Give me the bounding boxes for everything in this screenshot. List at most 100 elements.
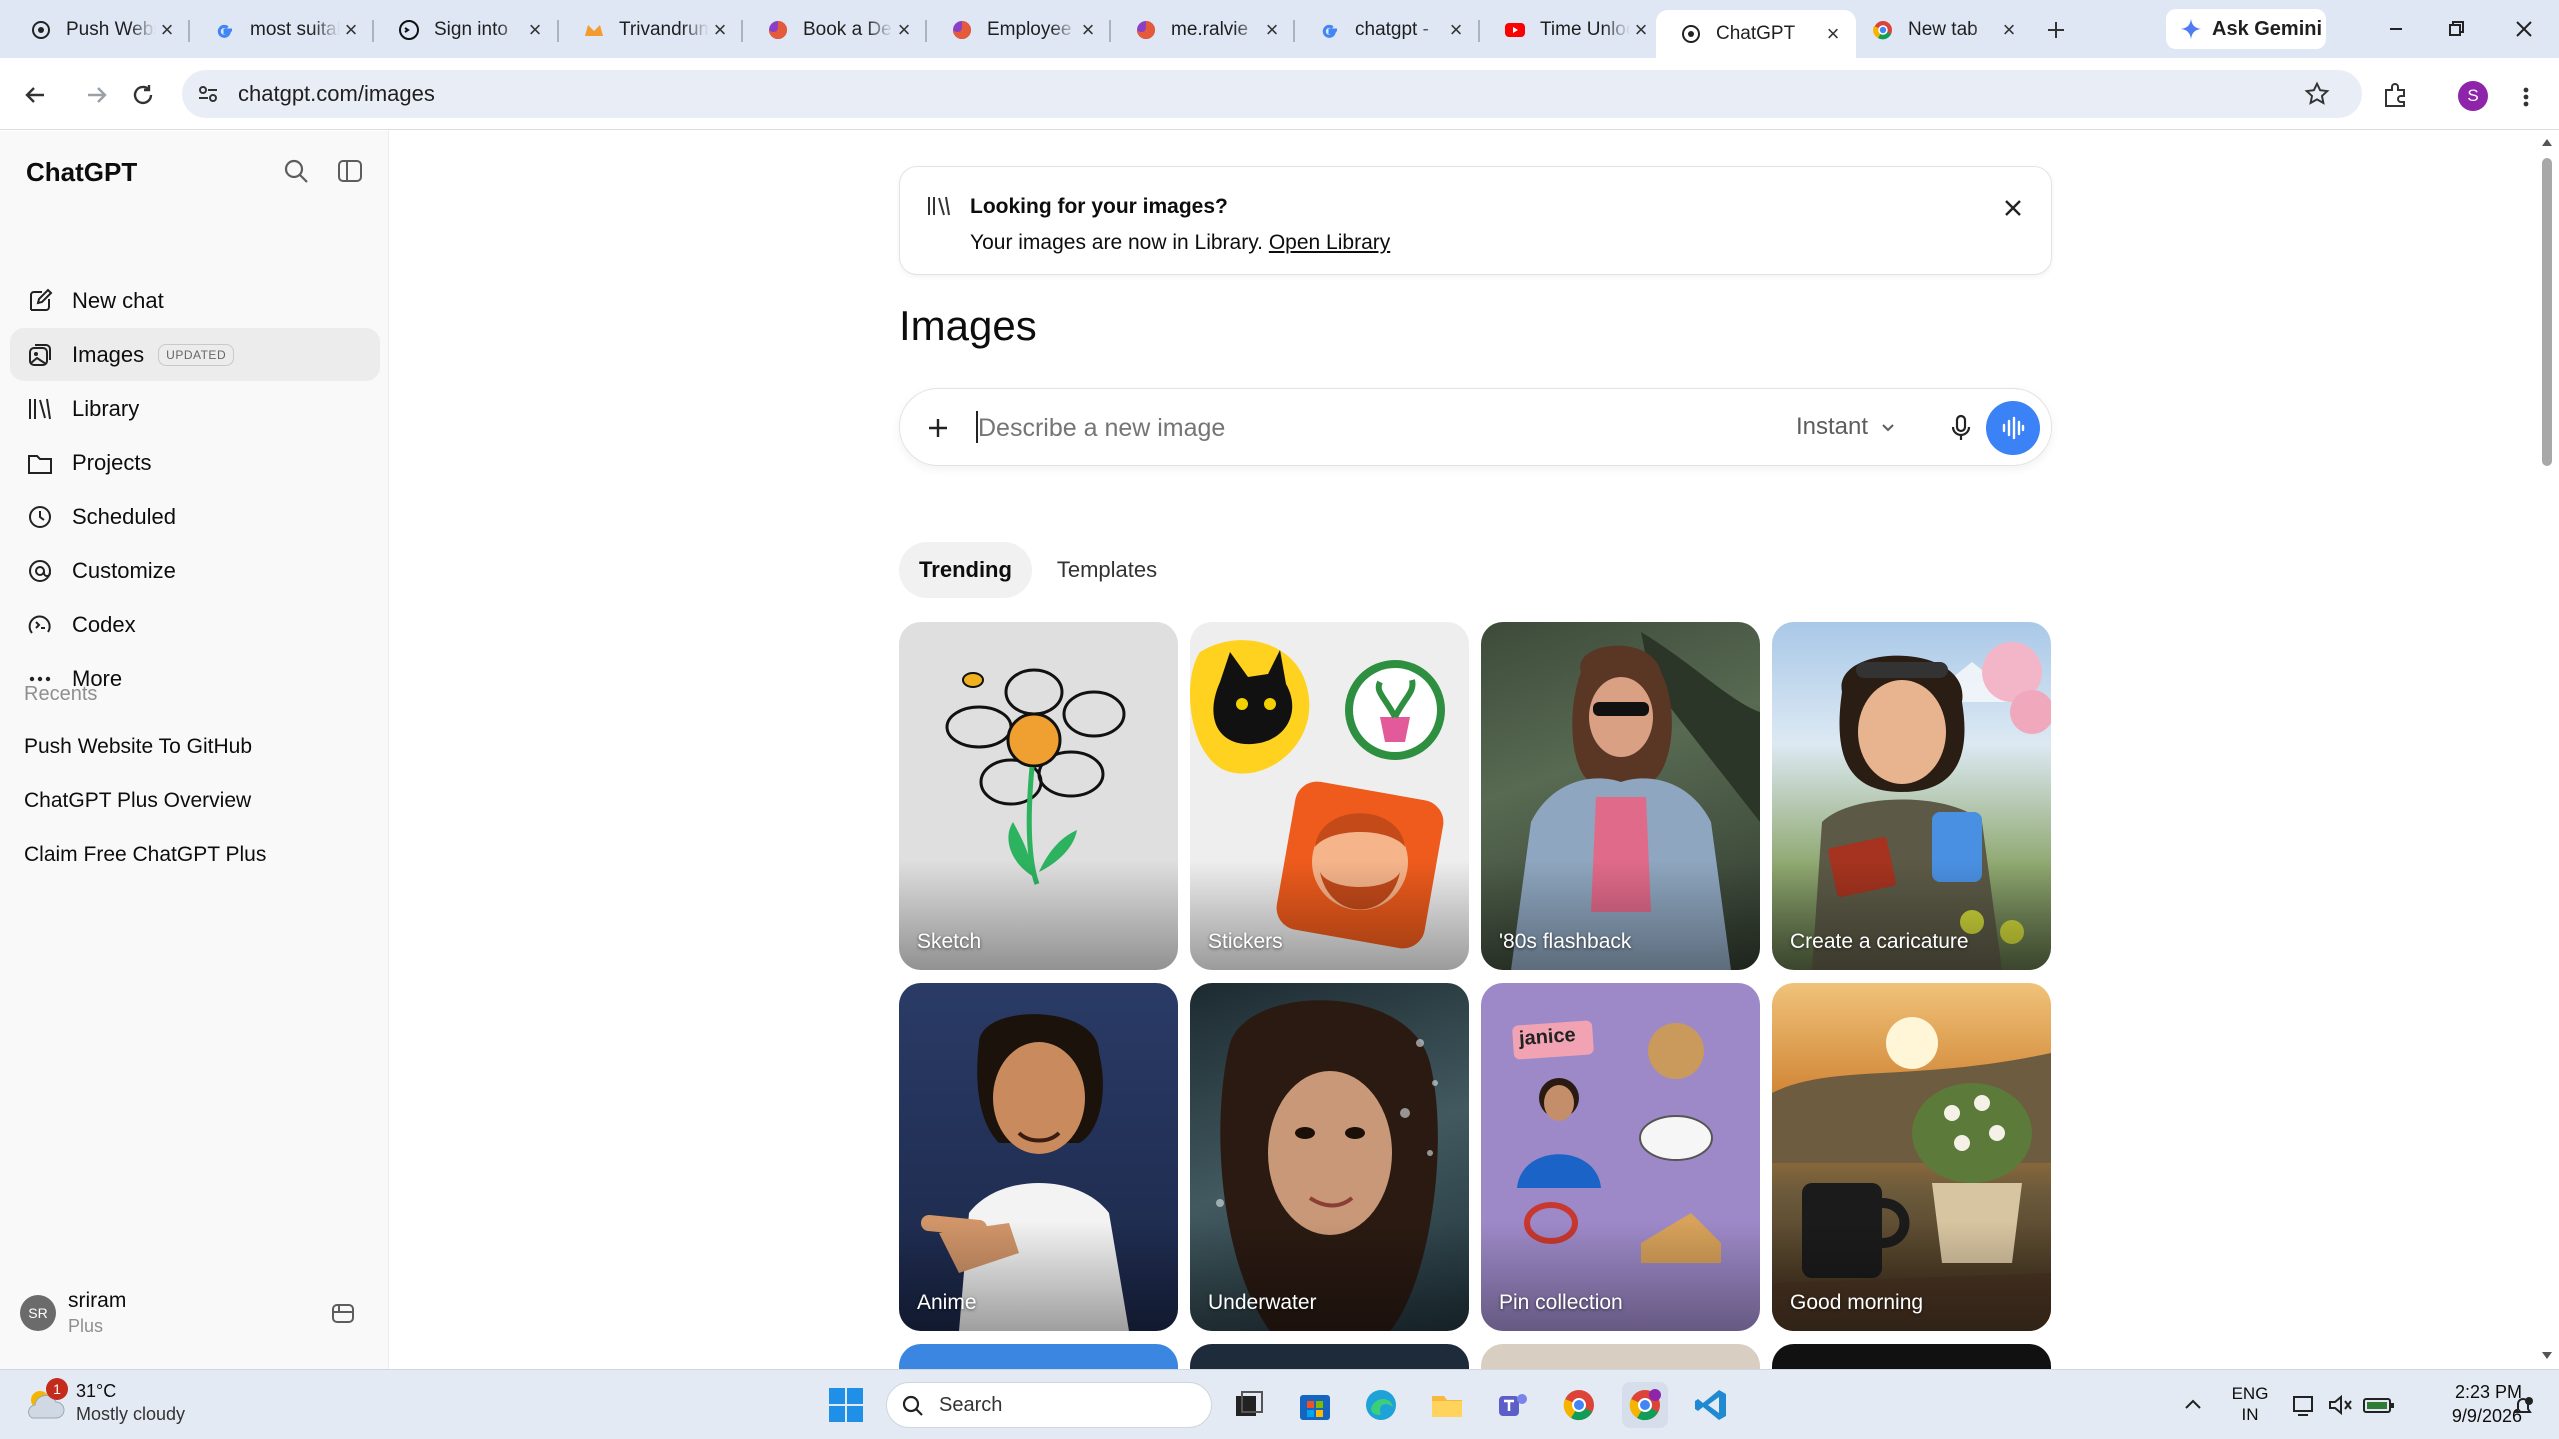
gallery-icon[interactable] bbox=[330, 1300, 356, 1326]
taskbar-search[interactable]: Search bbox=[886, 1382, 1212, 1428]
scroll-up-arrow-icon[interactable] bbox=[2541, 136, 2553, 148]
browser-tab[interactable]: Employee × bbox=[927, 10, 1111, 50]
user-plan: Plus bbox=[68, 1316, 104, 1336]
card-create-caricature[interactable]: Create a caricature bbox=[1772, 622, 2051, 970]
site-settings-icon[interactable] bbox=[196, 82, 220, 106]
network-icon[interactable] bbox=[2290, 1391, 2318, 1419]
taskbar-chrome[interactable] bbox=[1556, 1382, 1602, 1428]
open-library-link[interactable]: Open Library bbox=[1269, 231, 1390, 254]
sidebar-item-codex[interactable]: Codex bbox=[10, 599, 380, 652]
browser-tab[interactable]: New tab × bbox=[1848, 10, 2032, 50]
sidebar-item-customize[interactable]: Customize bbox=[10, 545, 380, 598]
user-name: sriram bbox=[68, 1289, 127, 1312]
add-attachment-icon[interactable] bbox=[924, 414, 952, 442]
recent-chat-item[interactable]: Claim Free ChatGPT Plus bbox=[24, 843, 266, 867]
start-button[interactable] bbox=[826, 1385, 866, 1425]
card-anime[interactable]: Anime bbox=[899, 983, 1178, 1331]
chatgpt-logo[interactable]: ChatGPT bbox=[26, 157, 137, 188]
back-button[interactable] bbox=[18, 78, 52, 112]
recent-chat-item[interactable]: Push Website To GitHub bbox=[24, 735, 252, 759]
battery-icon[interactable] bbox=[2362, 1391, 2396, 1419]
page-scrollbar[interactable] bbox=[2538, 134, 2556, 1368]
ask-gemini-button[interactable]: Ask Gemini bbox=[2166, 9, 2326, 49]
browser-tab[interactable]: Sign into × bbox=[374, 10, 558, 50]
restore-button[interactable] bbox=[2436, 14, 2476, 44]
browser-tab[interactable]: me.ralvie × bbox=[1111, 10, 1295, 50]
prompt-input[interactable] bbox=[978, 405, 1678, 451]
sidebar-toggle-icon[interactable] bbox=[336, 157, 364, 185]
sidebar-item-library[interactable]: Library bbox=[10, 382, 380, 435]
user-menu[interactable]: SR sriram Plus bbox=[10, 1281, 380, 1351]
sidebar-item-projects[interactable]: Projects bbox=[10, 436, 380, 489]
browser-tab[interactable]: ChatGPT × bbox=[1656, 10, 1856, 58]
search-icon[interactable] bbox=[282, 157, 310, 185]
close-tab-icon[interactable]: × bbox=[893, 17, 915, 43]
profile-avatar[interactable]: S bbox=[2458, 81, 2488, 111]
close-tab-icon[interactable]: × bbox=[1077, 17, 1099, 43]
tab-trending[interactable]: Trending bbox=[899, 542, 1032, 598]
url-text[interactable]: chatgpt.com/images bbox=[238, 81, 435, 107]
card-underwater[interactable]: Underwater bbox=[1190, 983, 1469, 1331]
close-tab-icon[interactable]: × bbox=[1998, 17, 2020, 43]
close-window-button[interactable] bbox=[2504, 14, 2544, 44]
show-hidden-icons[interactable] bbox=[2180, 1392, 2206, 1418]
browser-tab[interactable]: most suitable× bbox=[190, 10, 374, 50]
taskbar-teams[interactable] bbox=[1490, 1382, 1536, 1428]
scroll-down-arrow-icon[interactable] bbox=[2541, 1350, 2553, 1362]
close-icon[interactable] bbox=[2000, 195, 2026, 221]
card-stickers[interactable]: Stickers bbox=[1190, 622, 1469, 970]
reload-button[interactable] bbox=[126, 78, 160, 112]
extensions-button[interactable] bbox=[2378, 78, 2412, 112]
close-tab-icon[interactable]: × bbox=[156, 17, 178, 43]
close-tab-icon[interactable]: × bbox=[709, 17, 731, 43]
close-tab-icon[interactable]: × bbox=[1630, 17, 1652, 43]
forward-button[interactable] bbox=[80, 78, 114, 112]
card-good-morning[interactable]: Good morning bbox=[1772, 983, 2051, 1331]
sidebar-item-images[interactable]: Images UPDATED bbox=[10, 328, 380, 382]
microphone-icon[interactable] bbox=[1946, 413, 1976, 443]
task-view-button[interactable] bbox=[1226, 1382, 1272, 1428]
notification-bell-icon[interactable] bbox=[2510, 1394, 2536, 1420]
browser-tab[interactable]: Trivandrum × bbox=[559, 10, 743, 50]
close-tab-icon[interactable]: × bbox=[524, 17, 546, 43]
clock[interactable]: 2:23 PM 9/9/2026 bbox=[2412, 1380, 2522, 1428]
minimize-button[interactable] bbox=[2376, 14, 2416, 44]
card-partial[interactable] bbox=[1772, 1344, 2051, 1369]
browser-tab[interactable]: Push Website× bbox=[6, 10, 190, 50]
scrollbar-thumb[interactable] bbox=[2542, 158, 2552, 466]
weather-widget[interactable]: 1 31°C Mostly cloudy bbox=[22, 1378, 222, 1430]
card-partial[interactable] bbox=[1481, 1344, 1760, 1369]
card-sketch[interactable]: Sketch bbox=[899, 622, 1178, 970]
recent-chat-item[interactable]: ChatGPT Plus Overview bbox=[24, 789, 251, 813]
browser-tab[interactable]: Book a Demo× bbox=[743, 10, 927, 50]
close-tab-icon[interactable]: × bbox=[1445, 17, 1467, 43]
mode-selector[interactable]: Instant bbox=[1796, 413, 1898, 441]
page-title: Images bbox=[899, 302, 1037, 349]
volume-muted-icon[interactable] bbox=[2326, 1391, 2354, 1419]
browser-tab[interactable]: Time Unlock× bbox=[1480, 10, 1664, 50]
taskbar-file-explorer[interactable] bbox=[1424, 1382, 1470, 1428]
card-80s-flashback[interactable]: '80s flashback bbox=[1481, 622, 1760, 970]
tab-templates[interactable]: Templates bbox=[1042, 542, 1172, 598]
address-bar[interactable]: chatgpt.com/images bbox=[182, 70, 2362, 118]
close-tab-icon[interactable]: × bbox=[340, 17, 362, 43]
close-tab-icon[interactable]: × bbox=[1822, 21, 1844, 47]
close-tab-icon[interactable]: × bbox=[1261, 17, 1283, 43]
bookmark-star-icon[interactable] bbox=[2304, 81, 2330, 107]
taskbar-vscode[interactable] bbox=[1688, 1382, 1734, 1428]
taskbar-edge[interactable] bbox=[1358, 1382, 1404, 1428]
card-pin-collection[interactable]: janice Pin collection bbox=[1481, 983, 1760, 1331]
sidebar-item-new-chat[interactable]: New chat bbox=[10, 274, 380, 327]
browser-tab[interactable]: chatgpt - × bbox=[1295, 10, 1479, 50]
region-code: IN bbox=[2241, 1405, 2259, 1424]
sidebar-item-scheduled[interactable]: Scheduled bbox=[10, 490, 380, 543]
card-label: Underwater bbox=[1208, 1291, 1317, 1314]
taskbar-chrome-profile[interactable] bbox=[1622, 1382, 1668, 1428]
new-tab-button[interactable] bbox=[2040, 14, 2072, 46]
voice-mode-button[interactable] bbox=[1986, 401, 2040, 455]
card-partial[interactable] bbox=[1190, 1344, 1469, 1369]
taskbar-store[interactable] bbox=[1292, 1382, 1338, 1428]
card-partial[interactable] bbox=[899, 1344, 1178, 1369]
language-indicator[interactable]: ENG IN bbox=[2230, 1383, 2270, 1425]
browser-menu-button[interactable] bbox=[2516, 80, 2536, 114]
